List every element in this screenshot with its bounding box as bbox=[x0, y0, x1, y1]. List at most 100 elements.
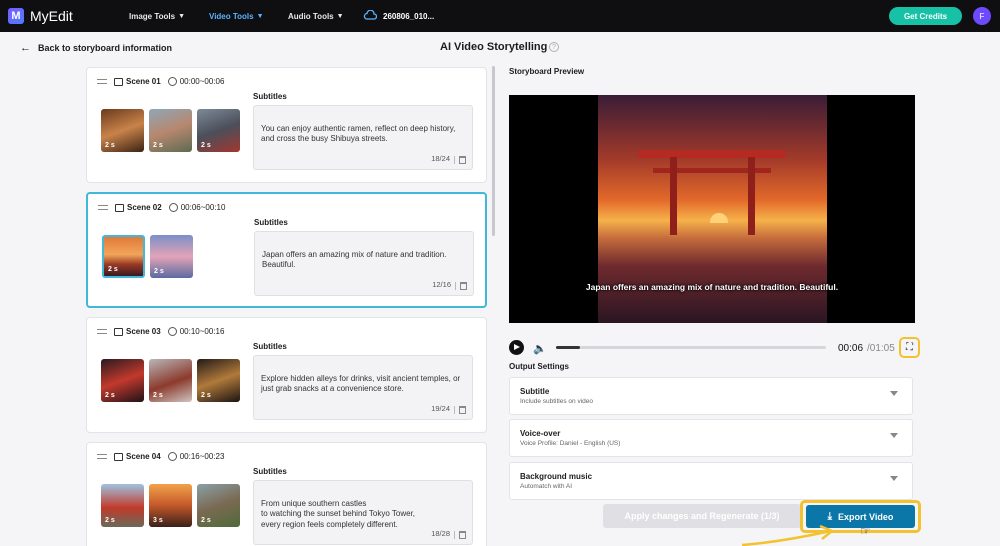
clip-thumbnail[interactable]: 2 s bbox=[149, 109, 192, 152]
player-controls: 🔈 00:06 /01:05 ⛶ bbox=[509, 337, 920, 358]
clock-icon bbox=[167, 452, 177, 461]
subtitle-text: Explore hidden alleys for drinks, visit … bbox=[261, 373, 461, 394]
get-credits-button[interactable]: Get Credits bbox=[889, 7, 962, 25]
project-name[interactable]: 260806_010... bbox=[383, 12, 434, 21]
clip-thumbnail[interactable]: 2 s bbox=[101, 484, 144, 527]
scene-list-scrollbar[interactable] bbox=[492, 66, 495, 236]
output-settings-label: Output Settings bbox=[509, 362, 569, 371]
clip-duration: 2 s bbox=[201, 142, 211, 149]
setting-title: Background music bbox=[520, 472, 593, 481]
nav-audio-tools[interactable]: Audio Tools ▼ bbox=[288, 12, 344, 21]
clip-thumbnail[interactable]: 2 s bbox=[101, 109, 144, 152]
divider bbox=[454, 531, 455, 539]
film-icon bbox=[115, 203, 124, 212]
help-icon[interactable]: ? bbox=[549, 42, 559, 52]
scene-time: 00:00~00:06 bbox=[179, 77, 225, 86]
clip-thumbnail-selected[interactable]: 2 s bbox=[102, 235, 145, 278]
trash-icon[interactable] bbox=[459, 406, 466, 414]
torii-pillar bbox=[748, 157, 755, 235]
video-player[interactable]: Japan offers an amazing mix of nature an… bbox=[509, 95, 915, 323]
scene-header: Scene 04 00:16~00:23 bbox=[97, 452, 224, 461]
scene-thumbnails: 2 s 2 s bbox=[102, 235, 198, 278]
scene-thumbnails: 2 s 2 s 2 s bbox=[101, 109, 245, 152]
clip-thumbnail[interactable]: 3 s bbox=[149, 484, 192, 527]
clip-duration: 2 s bbox=[201, 517, 211, 524]
trash-icon[interactable] bbox=[459, 531, 466, 539]
scene-card[interactable]: Scene 04 00:16~00:23 2 s 3 s 2 s Subtitl… bbox=[86, 442, 487, 546]
setting-subtitle[interactable]: Subtitle Include subtitles on video bbox=[509, 377, 913, 415]
clip-duration: 2 s bbox=[153, 392, 163, 399]
drag-handle-icon[interactable] bbox=[97, 454, 107, 459]
clip-thumbnail[interactable]: 2 s bbox=[197, 109, 240, 152]
clip-duration: 2 s bbox=[105, 392, 115, 399]
clip-thumbnail[interactable]: 2 s bbox=[149, 359, 192, 402]
scene-header: Scene 01 00:00~00:06 bbox=[97, 77, 224, 86]
subtitles-label: Subtitles bbox=[253, 467, 287, 476]
fullscreen-icon[interactable]: ⛶ bbox=[899, 337, 920, 358]
logo[interactable]: M MyEdit bbox=[8, 8, 73, 24]
divider bbox=[454, 156, 455, 164]
nav-video-tools[interactable]: Video Tools ▼ bbox=[209, 12, 264, 21]
clip-thumbnail[interactable]: 2 s bbox=[197, 359, 240, 402]
nav-image-tools[interactable]: Image Tools ▼ bbox=[129, 12, 185, 21]
clip-duration: 2 s bbox=[154, 268, 164, 275]
scene-name: Scene 04 bbox=[126, 452, 161, 461]
trash-icon[interactable] bbox=[460, 282, 467, 290]
setting-background-music[interactable]: Background music Automatch with AI bbox=[509, 462, 913, 500]
app-name: MyEdit bbox=[30, 8, 73, 24]
back-label: Back to storyboard information bbox=[38, 43, 173, 53]
clip-duration: 2 s bbox=[108, 266, 118, 273]
divider bbox=[455, 282, 456, 290]
storyboard-preview-label: Storyboard Preview bbox=[509, 67, 585, 76]
subtitles-label: Subtitles bbox=[253, 92, 287, 101]
volume-icon[interactable]: 🔈 bbox=[533, 342, 547, 355]
subtitles-label: Subtitles bbox=[253, 342, 287, 351]
subtitle-textarea[interactable]: Japan offers an amazing mix of nature an… bbox=[254, 231, 474, 296]
drag-handle-icon[interactable] bbox=[98, 205, 108, 210]
clip-thumbnail[interactable]: 2 s bbox=[197, 484, 240, 527]
top-navbar: M MyEdit Image Tools ▼ Video Tools ▼ Audio… bbox=[0, 0, 1000, 32]
char-count: 18/24 bbox=[431, 153, 450, 163]
clip-thumbnail[interactable]: 2 s bbox=[150, 235, 193, 278]
subtitle-textarea[interactable]: From unique southern castles to watching… bbox=[253, 480, 473, 545]
scene-card-selected[interactable]: Scene 02 00:06~00:10 2 s 2 s Subtitles J… bbox=[86, 192, 487, 308]
scene-name: Scene 01 bbox=[126, 77, 161, 86]
nav-label: Video Tools bbox=[209, 12, 254, 21]
clock-icon bbox=[168, 203, 178, 212]
scene-card[interactable]: Scene 03 00:10~00:16 2 s 2 s 2 s Subtitl… bbox=[86, 317, 487, 433]
scene-time: 00:16~00:23 bbox=[179, 452, 225, 461]
clip-duration: 2 s bbox=[153, 142, 163, 149]
setting-voice-over[interactable]: Voice-over Voice Profile: Daniel - Engli… bbox=[509, 419, 913, 457]
subtitle-textarea[interactable]: Explore hidden alleys for drinks, visit … bbox=[253, 355, 473, 420]
back-link[interactable]: ← Back to storyboard information bbox=[20, 42, 172, 54]
current-time: 00:06 bbox=[838, 343, 864, 354]
scene-time: 00:10~00:16 bbox=[179, 327, 225, 336]
video-caption: Japan offers an amazing mix of nature an… bbox=[585, 282, 839, 292]
total-time: /01:05 bbox=[867, 343, 895, 354]
avatar[interactable]: F bbox=[973, 7, 991, 25]
clip-duration: 2 s bbox=[105, 517, 115, 524]
chevron-down-icon bbox=[890, 391, 898, 396]
chevron-down-icon: ▼ bbox=[256, 13, 264, 20]
pointer-arrow-icon bbox=[741, 524, 835, 546]
logo-mark: M bbox=[8, 8, 24, 24]
play-button[interactable] bbox=[509, 340, 524, 355]
clock-icon bbox=[167, 327, 177, 336]
drag-handle-icon[interactable] bbox=[97, 329, 107, 334]
setting-desc: Automatch with AI bbox=[520, 483, 573, 490]
chevron-down-icon bbox=[890, 433, 898, 438]
clip-duration: 3 s bbox=[153, 517, 163, 524]
scene-card[interactable]: Scene 01 00:00~00:06 2 s 2 s 2 s Subtitl… bbox=[86, 67, 487, 183]
page-title: AI Video Storytelling bbox=[440, 41, 548, 53]
setting-title: Voice-over bbox=[520, 429, 561, 438]
subtitle-textarea[interactable]: You can enjoy authentic ramen, reflect o… bbox=[253, 105, 473, 170]
film-icon bbox=[114, 452, 123, 461]
clip-thumbnail[interactable]: 2 s bbox=[101, 359, 144, 402]
seek-bar[interactable] bbox=[556, 346, 826, 349]
sun-shape bbox=[710, 213, 728, 223]
scene-name: Scene 02 bbox=[127, 203, 162, 212]
char-count: 18/28 bbox=[431, 528, 450, 538]
drag-handle-icon[interactable] bbox=[97, 79, 107, 84]
trash-icon[interactable] bbox=[459, 156, 466, 164]
cloud-icon bbox=[363, 10, 377, 20]
